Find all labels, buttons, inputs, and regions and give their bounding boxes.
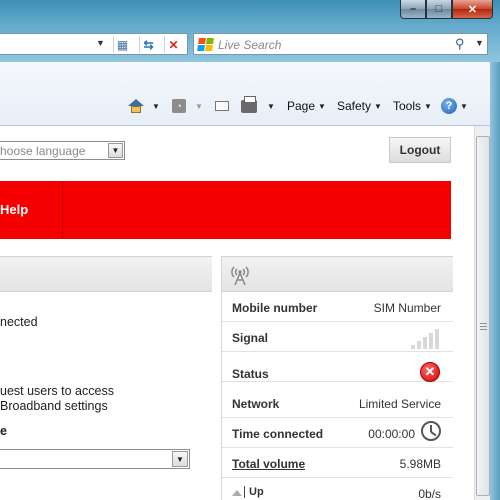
upload-rate-value: 0b/s <box>418 487 441 500</box>
tools-menu-dropdown-icon: ▼ <box>424 101 432 111</box>
rss-feed-icon: ◔ <box>172 99 186 113</box>
guest-access-text-2: Broadband settings <box>0 399 108 413</box>
home-button[interactable]: ▼ <box>128 96 160 116</box>
nav-item-help[interactable]: Help <box>0 202 28 217</box>
search-go-icon[interactable]: ⚲ <box>455 36 465 52</box>
network-label: Network <box>232 397 280 411</box>
status-row-signal: Signal <box>222 322 453 352</box>
window-frame-right <box>490 62 500 500</box>
left-panel: nected uest users to access Broadband se… <box>0 256 212 500</box>
total-volume-value: 5.98MB <box>399 457 441 471</box>
left-panel-select[interactable]: ▼ <box>0 449 190 469</box>
search-input[interactable]: Live Search ⚲ ▼ <box>193 33 488 55</box>
upload-bar <box>244 486 245 498</box>
clock-icon <box>421 421 441 441</box>
language-select-value: hoose language <box>0 144 86 158</box>
time-connected-label: Time connected <box>232 427 324 441</box>
stop-icon[interactable]: ✕ <box>164 36 182 53</box>
main-nav-bar: Help <box>0 181 451 239</box>
print-dropdown-icon[interactable]: ▼ <box>267 102 275 111</box>
status-label: Status <box>232 367 269 381</box>
nav-divider <box>62 181 63 239</box>
scrollbar-thumb[interactable] <box>476 136 490 496</box>
language-select[interactable]: hoose language ▼ <box>0 141 125 160</box>
feeds-dropdown-icon[interactable]: ▼ <box>195 102 203 111</box>
window-controls: – □ ✕ <box>400 0 493 19</box>
logout-button[interactable]: Logout <box>389 137 451 163</box>
connection-status-text: nected <box>0 315 38 329</box>
print-button[interactable]: ▼ <box>241 95 275 116</box>
network-value: Limited Service <box>358 397 441 411</box>
web-page: hoose language ▼ Logout Help nected uest… <box>0 127 474 500</box>
tools-menu-label: Tools <box>393 99 422 113</box>
search-options-dropdown[interactable]: ▼ <box>475 38 484 48</box>
tools-menu[interactable]: Tools ▼ <box>393 96 432 116</box>
compatibility-view-icon[interactable]: ▦ <box>113 36 131 53</box>
address-history-dropdown[interactable]: ▼ <box>96 38 106 50</box>
safety-menu-dropdown-icon: ▼ <box>374 101 382 111</box>
page-menu[interactable]: Page ▼ <box>287 96 326 116</box>
help-icon: ? <box>441 98 457 114</box>
status-row-time-connected: Time connected 00:00:00 <box>222 418 453 448</box>
signal-label: Signal <box>232 331 269 345</box>
help-menu[interactable]: ? ▼ <box>441 96 468 116</box>
guest-access-text: uest users to access <box>0 384 114 398</box>
upload-arrow-icon <box>232 490 242 496</box>
page-menu-dropdown-icon: ▼ <box>318 101 326 111</box>
safety-menu-label: Safety <box>337 99 372 113</box>
chevron-down-icon[interactable]: ▼ <box>172 451 188 467</box>
status-row-mobile-number: Mobile number SIM Number <box>222 292 453 322</box>
close-window-button[interactable]: ✕ <box>452 0 493 19</box>
left-section-heading: e <box>0 424 7 438</box>
home-dropdown-icon[interactable]: ▼ <box>152 102 160 111</box>
browser-title-bar: – □ ✕ ▼ ▦ ⇆ ✕ Live Search ⚲ ▼ <box>0 0 500 62</box>
status-panel-header <box>222 256 453 292</box>
signal-strength-icon <box>411 327 441 349</box>
vertical-scrollbar[interactable] <box>474 126 490 500</box>
chevron-down-icon[interactable]: ▼ <box>108 143 123 158</box>
home-icon <box>128 99 144 113</box>
printer-icon <box>241 95 257 113</box>
antenna-icon <box>231 266 249 286</box>
scrollbar-grip-icon <box>480 323 487 331</box>
minimize-button[interactable]: – <box>400 0 426 19</box>
mail-icon <box>215 101 229 111</box>
error-status-icon: ✕ <box>420 362 440 382</box>
refresh-icon[interactable]: ⇆ <box>139 36 157 53</box>
status-row-status: Status ✕ <box>222 352 453 382</box>
safety-menu[interactable]: Safety ▼ <box>337 96 382 116</box>
status-panel: Mobile number SIM Number Signal Status ✕… <box>221 256 453 500</box>
status-row-upload: Up 0b/s <box>222 478 453 500</box>
status-row-total-volume: Total volume 5.98MB <box>222 448 453 478</box>
address-bar[interactable]: ▼ ▦ ⇆ ✕ <box>0 33 188 55</box>
page-menu-label: Page <box>287 99 316 113</box>
search-placeholder: Live Search <box>218 38 282 52</box>
time-connected-value: 00:00:00 <box>368 427 415 441</box>
command-bar: ▼ ◔ ▼ ▼ Page ▼ Safety ▼ Tools ▼ ? ▼ <box>0 62 490 126</box>
upload-label: Up <box>249 486 264 498</box>
mobile-number-value: SIM Number <box>373 301 441 315</box>
mobile-number-label: Mobile number <box>232 301 318 315</box>
status-row-network: Network Limited Service <box>222 388 453 418</box>
feeds-button[interactable]: ◔ ▼ <box>172 96 203 116</box>
left-panel-header <box>0 256 212 292</box>
maximize-button[interactable]: □ <box>426 0 452 19</box>
read-mail-button[interactable] <box>215 96 229 116</box>
help-dropdown-icon: ▼ <box>460 101 468 111</box>
windows-live-logo-icon <box>197 38 214 51</box>
total-volume-link[interactable]: Total volume <box>232 457 305 471</box>
